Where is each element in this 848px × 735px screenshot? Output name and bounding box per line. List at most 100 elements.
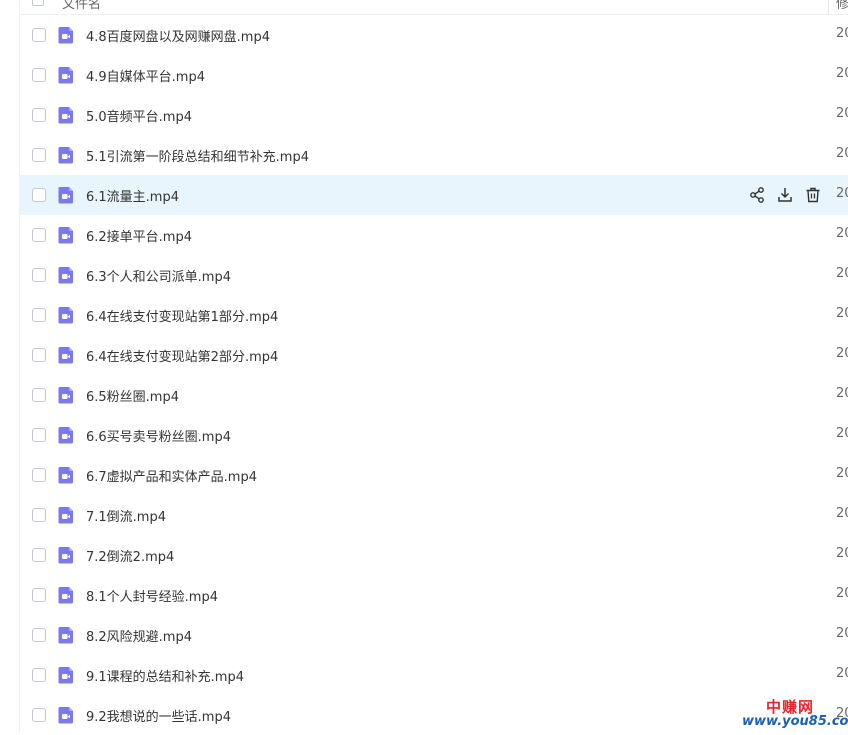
file-modified-date: 20 <box>836 386 848 401</box>
file-name[interactable]: 6.4在线支付变现站第2部分.mp4 <box>86 346 278 365</box>
row-checkbox[interactable] <box>32 708 46 722</box>
row-checkbox[interactable] <box>32 268 46 282</box>
file-modified-date: 20 <box>836 306 848 321</box>
download-icon[interactable] <box>776 186 794 204</box>
video-file-icon <box>57 386 75 404</box>
file-modified-date: 20 <box>836 266 848 281</box>
column-header-modified[interactable]: 修 <box>836 0 848 12</box>
video-file-icon <box>57 666 75 684</box>
file-row[interactable]: 6.1流量主.mp4 20 <box>20 175 848 215</box>
file-name[interactable]: 5.1引流第一阶段总结和细节补充.mp4 <box>86 146 309 165</box>
select-all-checkbox[interactable] <box>32 0 44 6</box>
file-row[interactable]: 6.5粉丝圈.mp4 20 <box>20 375 848 415</box>
file-row[interactable]: 5.1引流第一阶段总结和细节补充.mp4 20 <box>20 135 848 175</box>
video-file-icon <box>57 106 75 124</box>
file-name[interactable]: 7.2倒流2.mp4 <box>86 546 174 565</box>
file-list: 4.8百度网盘以及网赚网盘.mp4204.9自媒体平台.mp4205.0音频平台… <box>20 15 848 735</box>
file-row[interactable]: 8.1个人封号经验.mp4 20 <box>20 575 848 615</box>
file-modified-date: 20 <box>836 506 848 521</box>
file-row[interactable]: 4.9自媒体平台.mp4 20 <box>20 55 848 95</box>
video-file-icon <box>57 186 75 204</box>
file-name[interactable]: 6.5粉丝圈.mp4 <box>86 386 179 405</box>
video-file-icon <box>57 586 75 604</box>
video-file-icon <box>57 146 75 164</box>
video-file-icon <box>57 226 75 244</box>
file-modified-date: 20 <box>836 226 848 241</box>
file-modified-date: 20 <box>836 466 848 481</box>
file-row[interactable]: 6.7虚拟产品和实体产品.mp4 20 <box>20 455 848 495</box>
delete-icon[interactable] <box>804 186 822 204</box>
watermark-logo: 中赚网 www.you85.com <box>738 694 848 733</box>
file-name[interactable]: 4.8百度网盘以及网赚网盘.mp4 <box>86 26 270 45</box>
file-row[interactable]: 7.1倒流.mp4 20 <box>20 495 848 535</box>
file-name[interactable]: 5.0音频平台.mp4 <box>86 106 192 125</box>
file-name[interactable]: 8.2风险规避.mp4 <box>86 626 192 645</box>
file-name[interactable]: 4.9自媒体平台.mp4 <box>86 66 205 85</box>
file-modified-date: 20 <box>836 346 848 361</box>
file-name[interactable]: 6.4在线支付变现站第1部分.mp4 <box>86 306 278 325</box>
file-row[interactable]: 6.3个人和公司派单.mp4 20 <box>20 255 848 295</box>
row-checkbox[interactable] <box>32 628 46 642</box>
file-modified-date: 20 <box>836 426 848 441</box>
file-row[interactable]: 9.1课程的总结和补充.mp4 20 <box>20 655 848 695</box>
file-name[interactable]: 8.1个人封号经验.mp4 <box>86 586 218 605</box>
file-name[interactable]: 9.2我想说的一些话.mp4 <box>86 706 231 725</box>
file-modified-date: 20 <box>836 186 848 201</box>
row-checkbox[interactable] <box>32 548 46 562</box>
video-file-icon <box>57 466 75 484</box>
video-file-icon <box>57 306 75 324</box>
video-file-icon <box>57 706 75 724</box>
video-file-icon <box>57 426 75 444</box>
file-modified-date: 20 <box>836 106 848 121</box>
row-checkbox[interactable] <box>32 188 46 202</box>
file-modified-date: 20 <box>836 26 848 41</box>
file-row[interactable]: 7.2倒流2.mp4 20 <box>20 535 848 575</box>
file-name[interactable]: 6.2接单平台.mp4 <box>86 226 192 245</box>
video-file-icon <box>57 266 75 284</box>
file-modified-date: 20 <box>836 626 848 641</box>
file-row[interactable]: 8.2风险规避.mp4 20 <box>20 615 848 655</box>
row-checkbox[interactable] <box>32 28 46 42</box>
file-name[interactable]: 9.1课程的总结和补充.mp4 <box>86 666 244 685</box>
video-file-icon <box>57 26 75 44</box>
file-row[interactable]: 9.2我想说的一些话.mp420 <box>20 695 848 735</box>
row-checkbox[interactable] <box>32 108 46 122</box>
row-checkbox[interactable] <box>32 228 46 242</box>
file-row[interactable]: 4.8百度网盘以及网赚网盘.mp4 20 <box>20 15 848 55</box>
video-file-icon <box>57 546 75 564</box>
file-name[interactable]: 6.7虚拟产品和实体产品.mp4 <box>86 466 257 485</box>
file-name[interactable]: 6.3个人和公司派单.mp4 <box>86 266 231 285</box>
row-checkbox[interactable] <box>32 468 46 482</box>
column-header-name[interactable]: 文件名 <box>62 0 101 12</box>
row-checkbox[interactable] <box>32 148 46 162</box>
video-file-icon <box>57 346 75 364</box>
row-checkbox[interactable] <box>32 668 46 682</box>
file-modified-date: 20 <box>836 66 848 81</box>
row-checkbox[interactable] <box>32 508 46 522</box>
share-icon[interactable] <box>748 186 766 204</box>
row-checkbox[interactable] <box>32 68 46 82</box>
file-name[interactable]: 6.6买号卖号粉丝圈.mp4 <box>86 426 231 445</box>
file-modified-date: 20 <box>836 146 848 161</box>
file-row[interactable]: 6.6买号卖号粉丝圈.mp4 20 <box>20 415 848 455</box>
column-divider[interactable] <box>828 0 829 14</box>
file-modified-date: 20 <box>836 586 848 601</box>
file-row[interactable]: 6.2接单平台.mp4 20 <box>20 215 848 255</box>
file-name[interactable]: 7.1倒流.mp4 <box>86 506 166 525</box>
file-row[interactable]: 6.4在线支付变现站第1部分.mp4 20 <box>20 295 848 335</box>
video-file-icon <box>57 66 75 84</box>
file-row[interactable]: 6.4在线支付变现站第2部分.mp4 20 <box>20 335 848 375</box>
video-file-icon <box>57 506 75 524</box>
file-name[interactable]: 6.1流量主.mp4 <box>86 186 179 205</box>
row-checkbox[interactable] <box>32 388 46 402</box>
file-modified-date: 20 <box>836 546 848 561</box>
file-row[interactable]: 5.0音频平台.mp4 20 <box>20 95 848 135</box>
video-file-icon <box>57 626 75 644</box>
watermark-url: www.you85.com <box>742 714 848 729</box>
file-list-header: 文件名 修 <box>20 0 848 15</box>
row-checkbox[interactable] <box>32 308 46 322</box>
row-checkbox[interactable] <box>32 428 46 442</box>
row-checkbox[interactable] <box>32 588 46 602</box>
row-checkbox[interactable] <box>32 348 46 362</box>
file-modified-date: 20 <box>836 666 848 681</box>
